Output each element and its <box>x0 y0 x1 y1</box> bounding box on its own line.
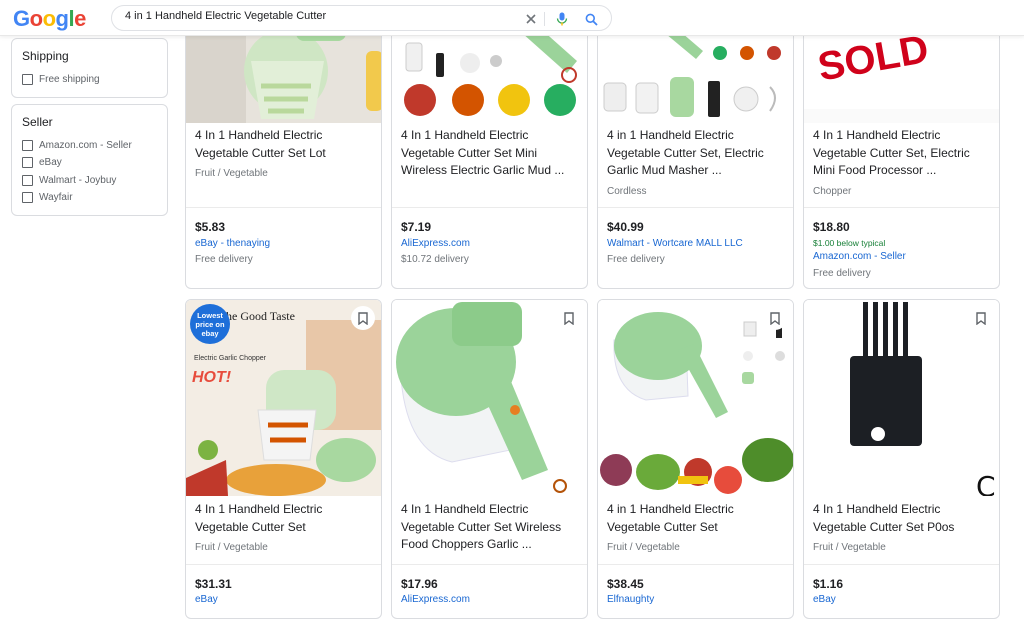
free-shipping-option[interactable]: Free shipping <box>22 71 157 89</box>
product-price: $1.16 <box>813 577 844 591</box>
option-label: Free shipping <box>39 74 100 86</box>
product-category: Cordless <box>607 186 647 197</box>
badge-text: Lowest price on ebay <box>195 310 225 338</box>
product-title[interactable]: 4 in 1 Handheld Electric Vegetable Cutte… <box>607 501 785 536</box>
option-label: Walmart - Joybuy <box>39 174 117 186</box>
product-card[interactable]: 4 in 1 Handheld Electric Vegetable Cutte… <box>597 0 794 289</box>
divider <box>392 207 587 208</box>
option-label: Amazon.com - Seller <box>39 139 132 151</box>
checkbox[interactable] <box>22 174 33 186</box>
product-title[interactable]: 4 In 1 Handheld Electric Vegetable Cutte… <box>401 501 579 554</box>
product-price: $7.19 <box>401 220 432 234</box>
bookmark-icon[interactable] <box>351 306 375 330</box>
seller-option-amazon[interactable]: Amazon.com - Seller <box>22 137 157 155</box>
divider <box>598 207 793 208</box>
seller-link[interactable]: Walmart - Wortcare MALL LLC <box>607 238 743 249</box>
product-card[interactable]: C 4 In 1 Handheld Electric Vegetable Cut… <box>803 299 1000 619</box>
shipping-filter: Shipping Free shipping <box>11 38 168 98</box>
product-title[interactable]: 4 In 1 Handheld Electric Vegetable Cutte… <box>813 501 991 536</box>
product-card[interactable]: SOLD 4 In 1 Handheld Electric Vegetable … <box>803 0 1000 289</box>
top-bar: Google <box>0 0 1024 36</box>
bookmark-icon[interactable] <box>969 306 993 330</box>
delivery-info: Free delivery <box>813 268 871 279</box>
checkbox[interactable] <box>22 74 33 86</box>
divider <box>804 564 999 565</box>
product-category: Fruit / Vegetable <box>607 542 680 553</box>
seller-option-ebay[interactable]: eBay <box>22 154 157 172</box>
product-price: $40.99 <box>607 220 644 234</box>
search-icon[interactable] <box>582 10 600 28</box>
mic-icon[interactable] <box>553 10 571 28</box>
product-card[interactable]: 4 in 1 Handheld Electric Vegetable Cutte… <box>597 299 794 619</box>
product-category: Fruit / Vegetable <box>195 168 268 179</box>
product-category: Fruit / Vegetable <box>813 542 886 553</box>
bookmark-icon[interactable] <box>557 306 581 330</box>
seller-link[interactable]: Amazon.com - Seller <box>813 251 906 262</box>
hot-label: HOT! <box>192 369 232 386</box>
lowest-price-badge: Lowest price on ebay <box>190 304 230 344</box>
image-letter: C <box>976 470 996 496</box>
seller-link[interactable]: eBay <box>813 594 836 605</box>
shipping-filter-title: Shipping <box>22 49 69 63</box>
product-card[interactable]: 4 In 1 Handheld Electric Vegetable Cutte… <box>391 0 588 289</box>
delivery-info: Free delivery <box>607 254 665 265</box>
product-title[interactable]: 4 In 1 Handheld Electric Vegetable Cutte… <box>195 127 373 162</box>
product-price: $17.96 <box>401 577 438 591</box>
product-category: Chopper <box>813 186 852 197</box>
delivery-info: $10.72 delivery <box>401 254 469 265</box>
close-icon[interactable] <box>522 10 540 28</box>
product-image[interactable] <box>392 300 587 496</box>
image-subcaption: Electric Garlic Chopper <box>194 355 267 362</box>
search-input[interactable] <box>125 10 505 22</box>
divider <box>392 564 587 565</box>
checkbox[interactable] <box>22 192 33 204</box>
delivery-info: Free delivery <box>195 254 253 265</box>
seller-link[interactable]: Elfnaughty <box>607 594 654 605</box>
google-logo[interactable]: Google <box>13 6 86 32</box>
option-label: Wayfair <box>39 192 73 204</box>
seller-link[interactable]: eBay <box>195 594 218 605</box>
bookmark-icon[interactable] <box>763 306 787 330</box>
product-price: $38.45 <box>607 577 644 591</box>
option-label: eBay <box>39 157 62 169</box>
seller-link[interactable]: AliExpress.com <box>401 594 470 605</box>
product-price: $31.31 <box>195 577 232 591</box>
seller-filter-title: Seller <box>22 114 53 129</box>
seller-option-wayfair[interactable]: Wayfair <box>22 189 157 207</box>
product-image[interactable]: C <box>804 300 999 496</box>
product-image[interactable] <box>598 300 793 496</box>
product-title[interactable]: 4 In 1 Handheld Electric Vegetable Cutte… <box>195 501 373 536</box>
product-title[interactable]: 4 In 1 Handheld Electric Vegetable Cutte… <box>813 127 991 180</box>
seller-filter: Seller Amazon.com - Seller eBay Walmart … <box>11 103 168 216</box>
product-category: Fruit / Vegetable <box>195 542 268 553</box>
product-price: $18.80 <box>813 220 850 234</box>
product-price: $5.83 <box>195 220 226 234</box>
product-card[interactable]: he Good Taste Electric Garlic Chopper HO… <box>185 299 382 619</box>
image-caption: he Good Taste <box>226 309 295 323</box>
product-title[interactable]: 4 in 1 Handheld Electric Vegetable Cutte… <box>607 127 785 180</box>
checkbox[interactable] <box>22 139 33 151</box>
divider <box>804 207 999 208</box>
filter-sidebar: Shipping Free shipping Seller Amazon.com… <box>11 38 168 222</box>
checkbox[interactable] <box>22 157 33 169</box>
below-typical-badge: $1.00 below typical <box>813 238 886 248</box>
divider <box>186 207 381 208</box>
seller-option-walmart[interactable]: Walmart - Joybuy <box>22 172 157 190</box>
divider <box>186 564 381 565</box>
search-divider <box>544 12 545 26</box>
product-title[interactable]: 4 In 1 Handheld Electric Vegetable Cutte… <box>401 127 579 180</box>
divider <box>598 564 793 565</box>
search-box <box>111 5 612 31</box>
seller-link[interactable]: AliExpress.com <box>401 238 470 249</box>
product-card[interactable]: 4 In 1 Handheld Electric Vegetable Cutte… <box>185 0 382 289</box>
product-card[interactable]: 4 In 1 Handheld Electric Vegetable Cutte… <box>391 299 588 619</box>
seller-link[interactable]: eBay - thenaying <box>195 238 270 249</box>
